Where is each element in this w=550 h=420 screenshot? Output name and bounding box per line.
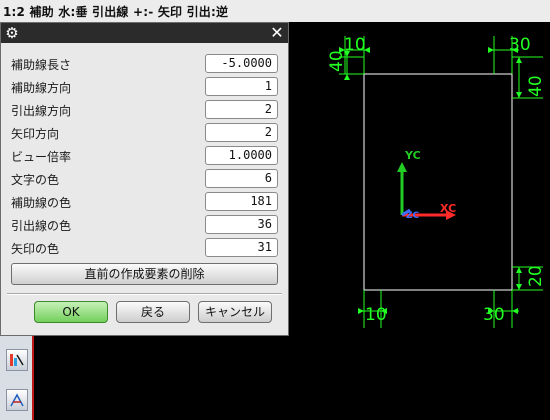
divider	[7, 293, 282, 295]
status-text: 1:2 補助 水:垂 引出線 +:- 矢印 引出:逆	[3, 5, 229, 19]
field-label: 引出線の色	[11, 219, 72, 233]
analysis-icon	[10, 354, 24, 366]
part-rectangle	[363, 73, 513, 291]
app-window: 1:2 補助 水:垂 引出線 +:- 矢印 引出:逆 10 30 40 40 2…	[0, 0, 550, 420]
leader-direction-input[interactable]: 2	[205, 100, 278, 119]
left-toolbar	[0, 335, 34, 420]
axis-x-label: XC	[440, 202, 456, 215]
arrow-color-input[interactable]: 31	[205, 238, 278, 257]
dim-bottom-left: 10	[365, 305, 387, 325]
axis-y-label: YC	[404, 149, 421, 162]
sketch-tool-button[interactable]	[6, 389, 28, 411]
delete-last-element-button[interactable]: 直前の作成要素の削除	[11, 263, 278, 285]
field-label: ビュー倍率	[11, 150, 72, 164]
dimension-dialog: ⚙ ✕ 補助線長さ -5.0000 補助線方向 1 引出線方向 2 矢印方向 2…	[0, 22, 289, 336]
field-label: 矢印の色	[11, 242, 60, 256]
graphics-area[interactable]: 10 30 40 40 20 10 30 YC XC ZC	[289, 22, 550, 420]
analysis-tool-button[interactable]	[6, 349, 28, 371]
view-scale-input[interactable]: 1.0000	[205, 146, 278, 165]
back-button[interactable]: 戻る	[116, 301, 190, 323]
gear-icon[interactable]: ⚙	[4, 25, 20, 41]
dim-top-left: 10	[344, 35, 366, 55]
axis-z-label: ZC	[406, 211, 420, 221]
field-label: 補助線方向	[11, 81, 72, 95]
panel-divider	[32, 335, 34, 420]
dimension-texts: 10 30 40 40 20 10 30	[327, 35, 546, 325]
dim-top-right: 30	[509, 35, 531, 55]
close-icon[interactable]: ✕	[269, 25, 285, 41]
field-row-aux-direction: 補助線方向 1	[1, 76, 288, 98]
field-row-leader-direction: 引出線方向 2	[1, 99, 288, 121]
field-label: 文字の色	[11, 173, 60, 187]
graphics-area-lower[interactable]	[34, 330, 289, 420]
arrow-direction-input[interactable]: 2	[205, 123, 278, 142]
dim-right-bottom: 20	[526, 265, 546, 287]
status-bar: 1:2 補助 水:垂 引出線 +:- 矢印 引出:逆	[0, 0, 550, 23]
field-row-aux-color: 補助線の色 181	[1, 191, 288, 213]
field-row-arrow-color: 矢印の色 31	[1, 237, 288, 259]
text-color-input[interactable]: 6	[205, 169, 278, 188]
drawing-canvas: 10 30 40 40 20 10 30 YC XC ZC	[327, 35, 546, 328]
aux-color-input[interactable]: 181	[205, 192, 278, 211]
cancel-button[interactable]: キャンセル	[198, 301, 272, 323]
field-row-text-color: 文字の色 6	[1, 168, 288, 190]
dimension-arrows	[339, 47, 522, 314]
coordinate-triad: YC XC ZC	[397, 149, 456, 221]
leader-color-input[interactable]: 36	[205, 215, 278, 234]
field-row-leader-color: 引出線の色 36	[1, 214, 288, 236]
field-label: 引出線方向	[11, 104, 72, 118]
sketch-icon	[10, 393, 24, 407]
field-label: 補助線の色	[11, 196, 72, 210]
field-label: 補助線長さ	[11, 58, 72, 72]
field-row-aux-length: 補助線長さ -5.0000	[1, 53, 288, 75]
aux-length-input[interactable]: -5.0000	[205, 54, 278, 73]
dialog-titlebar: ⚙ ✕	[1, 23, 288, 43]
dim-left-top: 40	[327, 50, 347, 72]
dim-bottom-right: 30	[483, 305, 505, 325]
field-row-view-scale: ビュー倍率 1.0000	[1, 145, 288, 167]
field-label: 矢印方向	[11, 127, 60, 141]
field-row-arrow-direction: 矢印方向 2	[1, 122, 288, 144]
ok-button[interactable]: OK	[34, 301, 108, 323]
aux-direction-input[interactable]: 1	[205, 77, 278, 96]
dim-right-top: 40	[526, 75, 546, 97]
